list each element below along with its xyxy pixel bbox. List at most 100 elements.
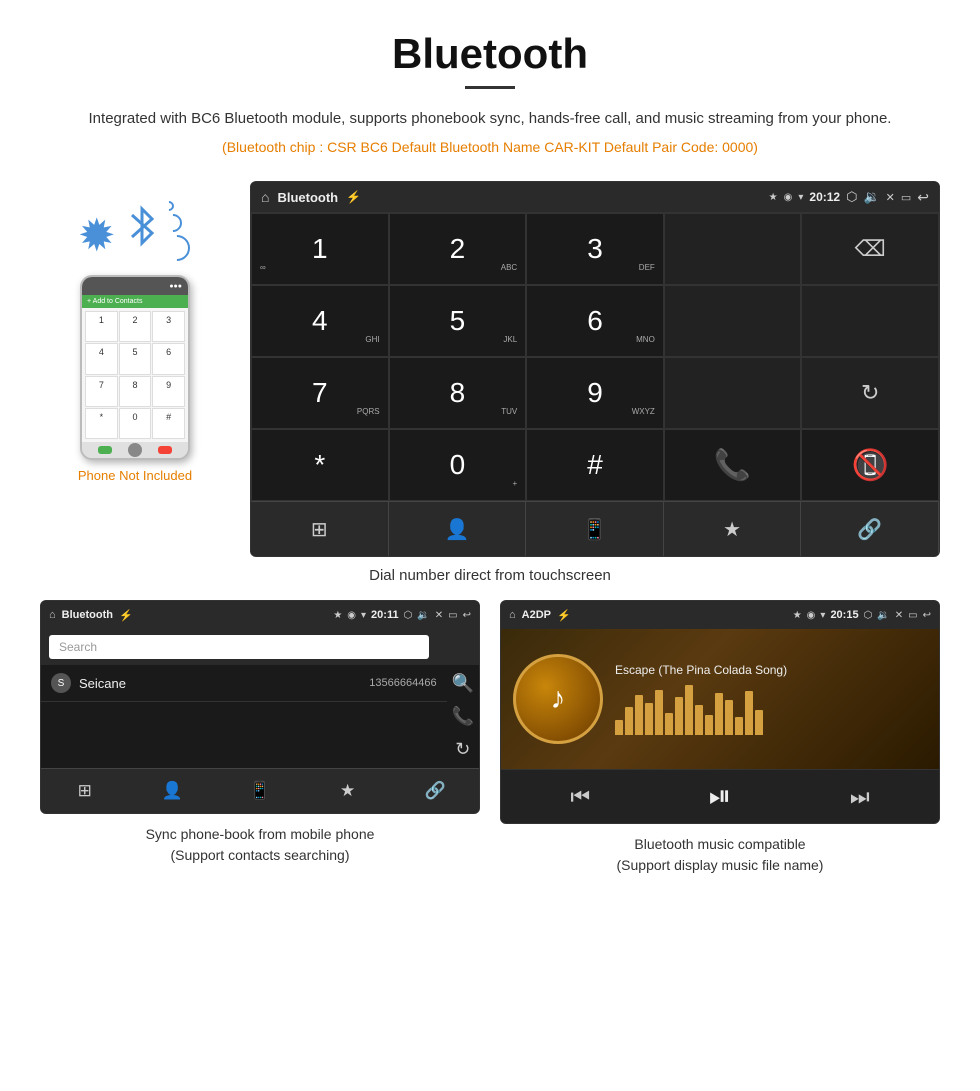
phone-screen-header: + Add to Contacts [82, 295, 188, 308]
phone-key: 1 [85, 311, 118, 342]
dial-answer[interactable]: 📞 [664, 429, 802, 501]
dial-3[interactable]: 3DEF [526, 213, 664, 285]
dial-0[interactable]: 0+ [389, 429, 527, 501]
dial-star[interactable]: * [251, 429, 389, 501]
nav-link[interactable]: 🔗 [801, 502, 939, 556]
back-icon[interactable]: ↩ [917, 189, 929, 206]
eq-bar [685, 685, 693, 735]
ms-status-right: ★ ◉ ▾ 20:15 ⬡ 🔉 ✕ ▭ ↩ [793, 609, 931, 621]
eq-bar [715, 693, 723, 735]
pb-nav-phone[interactable]: 📱 [216, 769, 304, 813]
window-icon[interactable]: ▭ [901, 191, 911, 204]
phone-top-bar: ●●● [82, 277, 188, 295]
dial-7[interactable]: 7PQRS [251, 357, 389, 429]
phone-key: 7 [85, 376, 118, 407]
home-icon[interactable]: ⌂ [261, 189, 269, 205]
bottom-screenshots: ⌂ Bluetooth ⚡ ★ ◉ ▾ 20:11 ⬡ 🔉 ✕ ▭ ↩ [0, 600, 980, 876]
ms-back-icon[interactable]: ↩ [923, 610, 931, 621]
pb-back-icon[interactable]: ↩ [463, 610, 471, 621]
phone-key: 9 [152, 376, 185, 407]
pb-loc-icon: ◉ [347, 610, 356, 621]
search-input[interactable]: Search [49, 635, 429, 659]
pb-nav-person[interactable]: 👤 [129, 769, 217, 813]
pb-bt-icon: ★ [333, 610, 342, 621]
bluetooth-status-icon: ★ [769, 192, 778, 203]
dial-9[interactable]: 9WXYZ [526, 357, 664, 429]
pb-win-icon[interactable]: ▭ [448, 610, 457, 621]
nav-grid[interactable]: ⊞ [251, 502, 389, 556]
pb-icons-right: 🔍 📞 ↻ [447, 665, 479, 768]
pb-nav-grid[interactable]: ⊞ [41, 769, 129, 813]
volume-icon[interactable]: 🔉 [863, 189, 879, 205]
prev-track-button[interactable]: ⏮ [570, 784, 590, 810]
nav-phone[interactable]: 📱 [526, 502, 664, 556]
phone-illustration: ✹ ●●● + Add to Contacts [40, 181, 230, 483]
bluetooth-symbol: ✹ [80, 213, 114, 258]
phonebook-item: ⌂ Bluetooth ⚡ ★ ◉ ▾ 20:11 ⬡ 🔉 ✕ ▭ ↩ [40, 600, 480, 876]
next-track-button[interactable]: ⏭ [850, 784, 870, 810]
ms-cam-icon[interactable]: ⬡ [864, 610, 873, 621]
eq-bar [695, 705, 703, 735]
phone-key: 5 [119, 343, 152, 374]
dial-5[interactable]: 5JKL [389, 285, 527, 357]
contact-number: 13566664466 [369, 677, 436, 689]
status-time: 20:12 [809, 190, 840, 204]
music-screen: ⌂ A2DP ⚡ ★ ◉ ▾ 20:15 ⬡ 🔉 ✕ ▭ ↩ [500, 600, 940, 824]
pb-home-icon[interactable]: ⌂ [49, 609, 56, 621]
dial-hash[interactable]: # [526, 429, 664, 501]
signal-icon: ▾ [798, 192, 803, 203]
pb-search-icon[interactable]: 🔍 [452, 673, 474, 694]
pb-cam-icon[interactable]: ⬡ [404, 610, 413, 621]
dial-2[interactable]: 2ABC [389, 213, 527, 285]
dial-6[interactable]: 6MNO [526, 285, 664, 357]
bluetooth-info: (Bluetooth chip : CSR BC6 Default Blueto… [60, 139, 920, 155]
status-bar: ⌂ Bluetooth ⚡ ★ ◉ ▾ 20:12 ⬡ 🔉 ✕ ▭ ↩ [251, 182, 939, 212]
subtitle-text: Integrated with BC6 Bluetooth module, su… [60, 107, 920, 131]
pb-sync-icon[interactable]: ↻ [455, 739, 470, 760]
phonebook-screen: ⌂ Bluetooth ⚡ ★ ◉ ▾ 20:11 ⬡ 🔉 ✕ ▭ ↩ [40, 600, 480, 814]
dial-8[interactable]: 8TUV [389, 357, 527, 429]
song-title: Escape (The Pina Colada Song) [615, 663, 927, 677]
equalizer-bars [615, 685, 927, 735]
play-pause-button[interactable]: ⏯ [709, 780, 731, 813]
dial-1[interactable]: 1∞ [251, 213, 389, 285]
phone-dialpad: 1 2 3 4 5 6 7 8 9 * 0 # [82, 308, 188, 442]
pb-nav-link[interactable]: 🔗 [391, 769, 479, 813]
pb-vol-icon[interactable]: 🔉 [417, 610, 429, 621]
ms-win-icon[interactable]: ▭ [908, 610, 917, 621]
dial-end[interactable]: 📵 [801, 429, 939, 501]
phone-not-included-label: Phone Not Included [78, 468, 192, 483]
music-note-icon: ♪ [551, 682, 566, 716]
dial-4[interactable]: 4GHI [251, 285, 389, 357]
nav-bluetooth[interactable]: ★ [664, 502, 802, 556]
middle-section: ✹ ●●● + Add to Contacts [0, 181, 980, 557]
pb-close-icon[interactable]: ✕ [435, 610, 443, 621]
eq-bar [745, 691, 753, 735]
ms-title: A2DP [522, 609, 551, 621]
status-left: ⌂ Bluetooth ⚡ [261, 189, 361, 205]
signal-arc-1 [162, 199, 176, 213]
dial-backspace[interactable]: ⌫ [801, 213, 939, 285]
ms-home-icon[interactable]: ⌂ [509, 609, 516, 621]
pb-nav-bt[interactable]: ★ [304, 769, 392, 813]
signal-arc-3 [159, 230, 196, 267]
phone-key: 6 [152, 343, 185, 374]
ms-close-icon[interactable]: ✕ [895, 610, 903, 621]
album-art: ♪ [513, 654, 603, 744]
reload-icon: ↻ [861, 380, 879, 406]
signal-arc-2 [160, 210, 185, 235]
phone-key: 2 [119, 311, 152, 342]
pb-bottom-nav: ⊞ 👤 📱 ★ 🔗 [41, 768, 479, 813]
nav-person[interactable]: 👤 [389, 502, 527, 556]
contact-row[interactable]: S Seicane 13566664466 [41, 665, 447, 702]
eq-bar [665, 713, 673, 735]
pb-signal-icon: ▾ [361, 610, 366, 621]
close-icon[interactable]: ✕ [886, 191, 895, 204]
camera-icon[interactable]: ⬡ [846, 189, 857, 205]
end-call-icon: 📵 [852, 448, 889, 483]
home-button [128, 443, 142, 457]
ms-vol-icon[interactable]: 🔉 [877, 610, 889, 621]
dial-empty-2 [664, 285, 802, 357]
dial-reload[interactable]: ↻ [801, 357, 939, 429]
pb-call-icon[interactable]: 📞 [452, 706, 474, 727]
